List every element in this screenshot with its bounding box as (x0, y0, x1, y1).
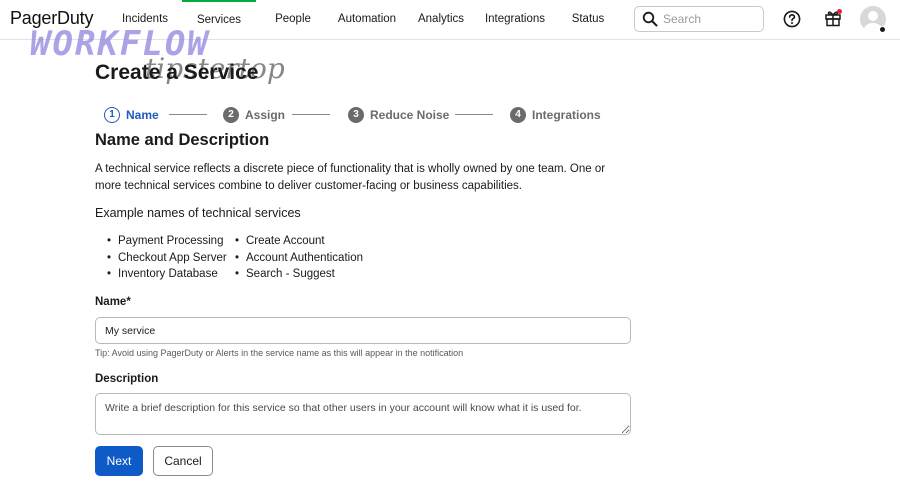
nav-item-people[interactable]: People (268, 0, 318, 40)
step-assign[interactable]: 2 Assign (223, 106, 285, 123)
examples-list-left: Payment Processing Checkout App Server I… (107, 233, 227, 283)
name-input[interactable] (95, 317, 631, 344)
step-reduce-noise[interactable]: 3 Reduce Noise (348, 106, 449, 123)
step-connector (455, 114, 493, 115)
step-connector (169, 114, 207, 115)
step-number: 4 (510, 106, 526, 123)
step-label: Assign (245, 107, 286, 122)
step-connector (292, 114, 330, 115)
list-item: Checkout App Server (107, 250, 227, 267)
examples-title: Example names of technical services (95, 206, 301, 220)
search-box[interactable] (634, 6, 764, 32)
nav-item-automation[interactable]: Automation (332, 0, 402, 40)
list-item: Payment Processing (107, 233, 227, 250)
section-title: Name and Description (95, 131, 270, 149)
step-name[interactable]: 1 Name (104, 106, 159, 123)
help-icon[interactable] (783, 10, 801, 28)
step-number: 2 (223, 106, 239, 123)
list-item: Account Authentication (235, 250, 363, 267)
step-label: Reduce Noise (370, 107, 450, 122)
cancel-button[interactable]: Cancel (153, 446, 213, 476)
description-field-label: Description (95, 373, 159, 385)
step-label: Name (126, 107, 159, 122)
avatar-status-dot (879, 26, 886, 33)
page-title: Create a Service (95, 61, 259, 84)
step-integrations[interactable]: 4 Integrations (510, 106, 601, 123)
list-item: Search - Suggest (235, 266, 363, 283)
name-field-label: Name* (95, 296, 131, 308)
name-tip: Tip: Avoid using PagerDuty or Alerts in … (95, 348, 464, 358)
list-item: Create Account (235, 233, 363, 250)
nav-item-status[interactable]: Status (566, 0, 610, 40)
nav-item-integrations[interactable]: Integrations (480, 0, 550, 40)
notification-dot (837, 9, 842, 14)
examples-list-right: Create Account Account Authentication Se… (235, 233, 363, 283)
step-label: Integrations (532, 107, 601, 122)
search-input[interactable] (663, 9, 759, 29)
list-item: Inventory Database (107, 266, 227, 283)
search-icon (642, 11, 658, 27)
description-textarea[interactable] (95, 393, 631, 435)
nav-item-analytics[interactable]: Analytics (412, 0, 470, 40)
step-number: 3 (348, 106, 364, 123)
next-button[interactable]: Next (95, 446, 143, 476)
step-number: 1 (104, 106, 120, 123)
section-intro: A technical service reflects a discrete … (95, 163, 606, 192)
